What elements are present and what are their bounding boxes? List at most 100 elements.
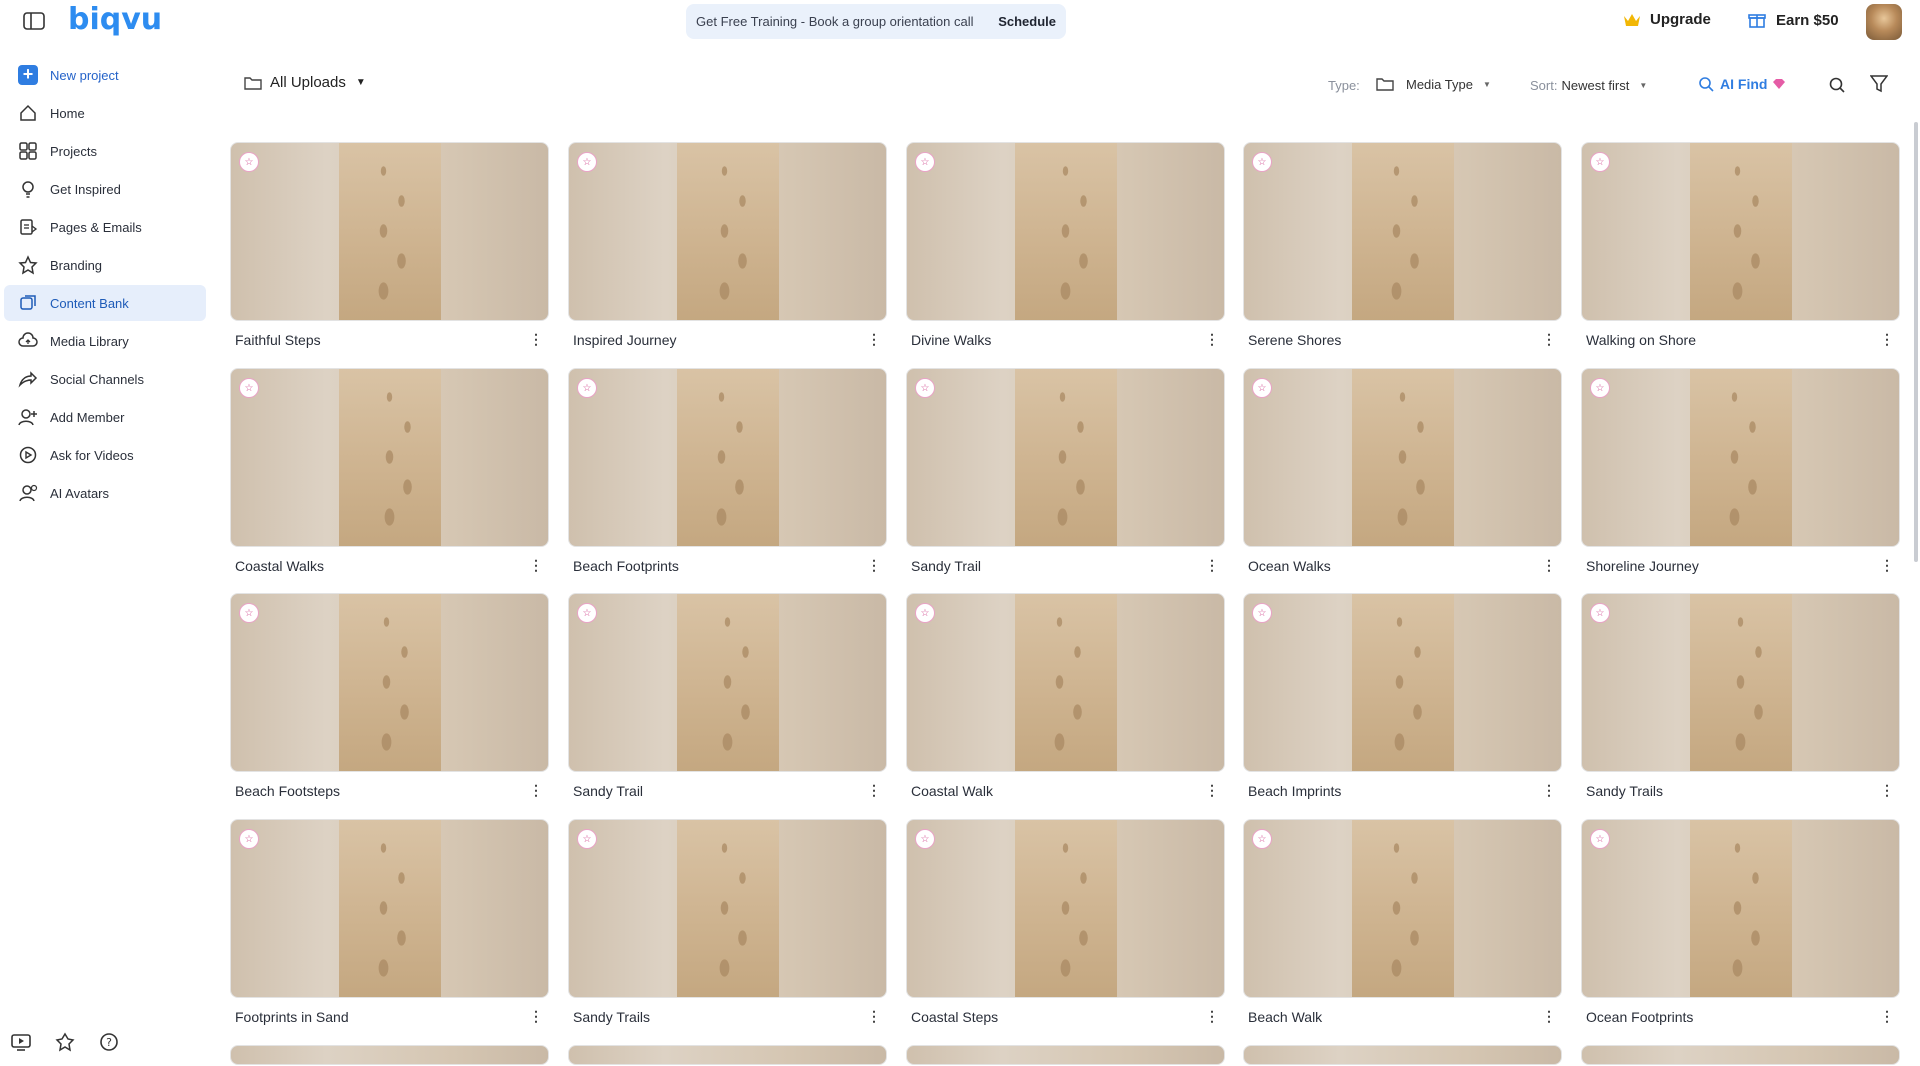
- media-thumbnail[interactable]: ☆: [1581, 819, 1900, 998]
- media-thumbnail[interactable]: [568, 1045, 887, 1065]
- media-thumbnail[interactable]: ☆: [230, 368, 549, 547]
- badge-icon[interactable]: [54, 1032, 76, 1057]
- more-options-icon[interactable]: ⋮: [867, 332, 881, 346]
- media-card[interactable]: ☆ Coastal Walk ⋮: [906, 593, 1225, 818]
- media-card-title: Faithful Steps: [235, 332, 321, 348]
- app-logo[interactable]: biqvu: [68, 2, 162, 37]
- media-card[interactable]: ☆ Beach Imprints ⋮: [1243, 593, 1562, 818]
- more-options-icon[interactable]: ⋮: [1542, 558, 1556, 572]
- media-thumbnail[interactable]: ☆: [906, 819, 1225, 998]
- media-card[interactable]: ☆ Sandy Trails ⋮: [568, 819, 887, 1044]
- media-card[interactable]: ☆ Inspired Journey ⋮: [568, 142, 887, 367]
- more-options-icon[interactable]: ⋮: [1205, 558, 1219, 572]
- footprints-image: [677, 820, 779, 997]
- help-icon[interactable]: ?: [98, 1032, 120, 1057]
- sidebar-item-social-channels[interactable]: Social Channels: [4, 361, 206, 397]
- sidebar-item-home[interactable]: Home: [4, 95, 206, 131]
- sidebar-item-pages-emails[interactable]: Pages & Emails: [4, 209, 206, 245]
- sidebar-item-media-library[interactable]: Media Library: [4, 323, 206, 359]
- sort-dropdown[interactable]: Sort: Newest first ▼: [1530, 78, 1647, 93]
- sidebar-item-content-bank[interactable]: Content Bank: [4, 285, 206, 321]
- media-thumbnail[interactable]: ☆: [1243, 142, 1562, 321]
- crown-icon: [1622, 12, 1642, 28]
- sidebar-item-get-inspired[interactable]: Get Inspired: [4, 171, 206, 207]
- sidebar-toggle-icon[interactable]: [22, 10, 46, 32]
- screen-record-icon[interactable]: [10, 1032, 32, 1057]
- sidebar-item-projects[interactable]: Projects: [4, 133, 206, 169]
- folder-dropdown[interactable]: All Uploads ▼: [244, 74, 366, 91]
- more-options-icon[interactable]: ⋮: [1880, 332, 1894, 346]
- media-thumbnail[interactable]: [1243, 1045, 1562, 1065]
- sidebar-item-branding[interactable]: Branding: [4, 247, 206, 283]
- media-thumbnail[interactable]: ☆: [230, 593, 549, 772]
- more-options-icon[interactable]: ⋮: [1542, 1009, 1556, 1023]
- media-thumbnail[interactable]: ☆: [906, 368, 1225, 547]
- media-thumbnail[interactable]: ☆: [906, 593, 1225, 772]
- media-card[interactable]: ☆ Beach Footprints ⋮: [568, 368, 887, 593]
- media-card[interactable]: ☆ Sandy Trail ⋮: [568, 593, 887, 818]
- earn-button[interactable]: Earn $50: [1748, 11, 1839, 29]
- media-thumbnail[interactable]: ☆: [230, 142, 549, 321]
- media-thumbnail[interactable]: ☆: [568, 819, 887, 998]
- media-card[interactable]: ☆ Divine Walks ⋮: [906, 142, 1225, 367]
- filter-icon[interactable]: [1869, 74, 1889, 99]
- media-card[interactable]: ☆ Walking on Shore ⋮: [1581, 142, 1900, 367]
- more-options-icon[interactable]: ⋮: [867, 783, 881, 797]
- upgrade-button[interactable]: Upgrade: [1622, 11, 1711, 28]
- caret-down-icon: ▼: [355, 77, 366, 88]
- media-thumbnail[interactable]: ☆: [1243, 368, 1562, 547]
- more-options-icon[interactable]: ⋮: [1205, 332, 1219, 346]
- media-card[interactable]: ☆ Shoreline Journey ⋮: [1581, 368, 1900, 593]
- media-thumbnail[interactable]: ☆: [568, 142, 887, 321]
- media-thumbnail[interactable]: ☆: [1581, 368, 1900, 547]
- media-thumbnail[interactable]: ☆: [1581, 593, 1900, 772]
- more-options-icon[interactable]: ⋮: [529, 1009, 543, 1023]
- sidebar-item-add-member[interactable]: Add Member: [4, 399, 206, 435]
- content-toolbar: All Uploads ▼ Type: Media Type ▼ Sort: N…: [230, 70, 1910, 100]
- media-thumbnail[interactable]: ☆: [906, 142, 1225, 321]
- footprints-image: [1352, 143, 1454, 320]
- more-options-icon[interactable]: ⋮: [1205, 783, 1219, 797]
- more-options-icon[interactable]: ⋮: [1880, 1009, 1894, 1023]
- media-card[interactable]: ☆ Footprints in Sand ⋮: [230, 819, 549, 1044]
- sidebar-item-ai-avatars[interactable]: AI Avatars: [4, 475, 206, 511]
- media-thumbnail[interactable]: [230, 1045, 549, 1065]
- media-card[interactable]: ☆ Beach Footsteps ⋮: [230, 593, 549, 818]
- media-thumbnail[interactable]: [906, 1045, 1225, 1065]
- media-thumbnail[interactable]: ☆: [1243, 593, 1562, 772]
- media-card[interactable]: ☆ Serene Shores ⋮: [1243, 142, 1562, 367]
- media-card[interactable]: ☆ Sandy Trail ⋮: [906, 368, 1225, 593]
- more-options-icon[interactable]: ⋮: [1880, 558, 1894, 572]
- more-options-icon[interactable]: ⋮: [529, 783, 543, 797]
- media-card[interactable]: ☆ Coastal Steps ⋮: [906, 819, 1225, 1044]
- media-thumbnail[interactable]: ☆: [568, 593, 887, 772]
- media-card[interactable]: ☆ Ocean Footprints ⋮: [1581, 819, 1900, 1044]
- more-options-icon[interactable]: ⋮: [529, 332, 543, 346]
- media-thumbnail[interactable]: ☆: [1581, 142, 1900, 321]
- more-options-icon[interactable]: ⋮: [529, 558, 543, 572]
- more-options-icon[interactable]: ⋮: [867, 558, 881, 572]
- media-card[interactable]: ☆ Sandy Trails ⋮: [1581, 593, 1900, 818]
- more-options-icon[interactable]: ⋮: [867, 1009, 881, 1023]
- media-thumbnail[interactable]: ☆: [1243, 819, 1562, 998]
- more-options-icon[interactable]: ⋮: [1542, 783, 1556, 797]
- media-thumbnail[interactable]: ☆: [568, 368, 887, 547]
- schedule-button[interactable]: Schedule: [998, 14, 1056, 29]
- avatar[interactable]: [1866, 4, 1902, 40]
- search-icon[interactable]: [1828, 76, 1846, 99]
- ai-find-button[interactable]: AI Find: [1698, 76, 1786, 92]
- sidebar-item-ask-for-videos[interactable]: Ask for Videos: [4, 437, 206, 473]
- more-options-icon[interactable]: ⋮: [1205, 1009, 1219, 1023]
- media-type-dropdown[interactable]: Media Type ▼: [1376, 76, 1491, 92]
- media-card[interactable]: ☆ Faithful Steps ⋮: [230, 142, 549, 367]
- media-thumbnail[interactable]: [1581, 1045, 1900, 1065]
- media-card[interactable]: ☆ Ocean Walks ⋮: [1243, 368, 1562, 593]
- more-options-icon[interactable]: ⋮: [1542, 332, 1556, 346]
- more-options-icon[interactable]: ⋮: [1880, 783, 1894, 797]
- media-card[interactable]: ☆ Coastal Walks ⋮: [230, 368, 549, 593]
- media-card[interactable]: ☆ Beach Walk ⋮: [1243, 819, 1562, 1044]
- media-thumbnail[interactable]: ☆: [230, 819, 549, 998]
- sort-label: Sort:: [1530, 78, 1558, 93]
- scrollbar[interactable]: [1914, 122, 1918, 562]
- new-project-button[interactable]: + New project: [4, 57, 206, 93]
